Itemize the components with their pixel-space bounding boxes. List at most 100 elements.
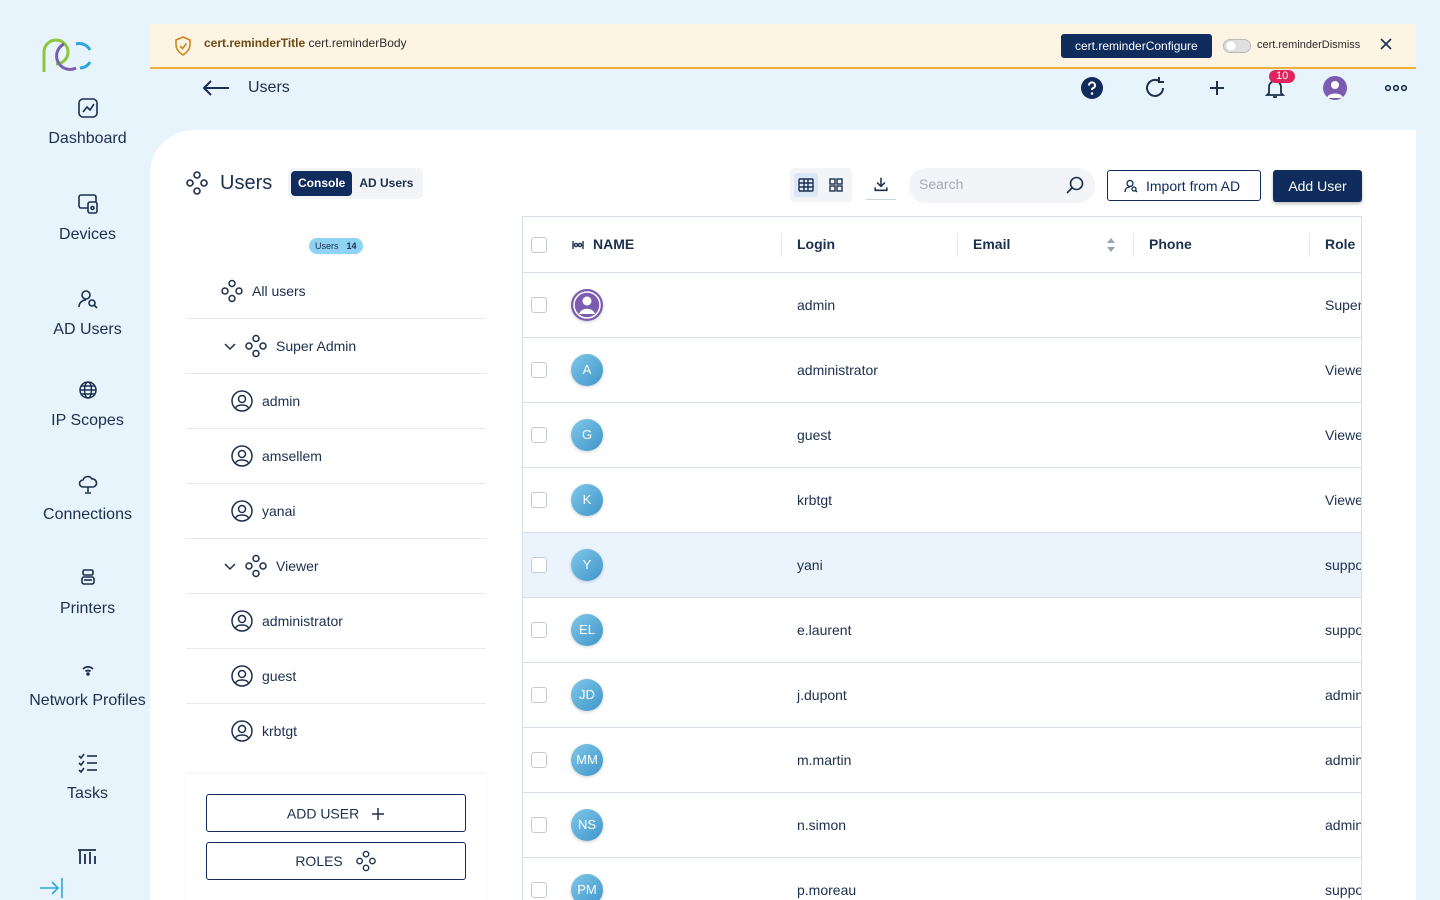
plus-icon xyxy=(372,807,385,820)
table-row[interactable]: Y yani suppo xyxy=(523,533,1361,598)
tree-item-label: amsellem xyxy=(262,448,322,464)
tree-item-label: yanai xyxy=(262,503,296,519)
tree-item-viewer[interactable]: Viewer xyxy=(186,539,486,594)
reports-icon[interactable] xyxy=(76,846,98,864)
sidebar-item-devices[interactable]: Devices xyxy=(0,192,175,244)
expand-sidebar-icon[interactable] xyxy=(38,876,66,900)
select-all-checkbox[interactable] xyxy=(531,237,547,253)
search-icon[interactable] xyxy=(1065,175,1085,195)
plus-icon[interactable] xyxy=(1205,76,1229,100)
more-options-icon[interactable] xyxy=(1384,76,1408,100)
table-row[interactable]: PM p.moreau suppo xyxy=(523,858,1362,900)
role-cell: admin xyxy=(1325,817,1362,833)
configure-button[interactable]: cert.reminderConfigure xyxy=(1061,34,1212,58)
avatar xyxy=(571,289,603,321)
ad-user-icon xyxy=(1124,179,1138,193)
role-cell: suppo xyxy=(1325,882,1362,898)
sidebar-item-network-profiles[interactable]: Network Profiles xyxy=(0,658,175,710)
column-header-phone[interactable]: Phone xyxy=(1149,236,1192,252)
row-checkbox[interactable] xyxy=(531,882,547,898)
download-icon[interactable] xyxy=(866,170,896,200)
dismiss-toggle[interactable] xyxy=(1223,39,1251,53)
tab-ad-users[interactable]: AD Users xyxy=(352,171,420,196)
sidebar-item-dashboard[interactable]: Dashboard xyxy=(0,96,175,148)
search-input[interactable] xyxy=(919,176,1059,192)
avatar: MM xyxy=(571,744,603,776)
row-checkbox[interactable] xyxy=(531,752,547,768)
tree-item-admin[interactable]: admin xyxy=(186,374,486,429)
avatar: G xyxy=(571,419,603,451)
avatar: Y xyxy=(571,549,603,581)
row-checkbox[interactable] xyxy=(531,817,547,833)
add-user-tree-button[interactable]: ADD USER xyxy=(206,794,466,832)
chevron-down-icon[interactable] xyxy=(223,339,237,353)
app-logo[interactable] xyxy=(38,38,94,74)
login-cell: yani xyxy=(797,557,823,573)
row-checkbox[interactable] xyxy=(531,492,547,508)
section-title: Users xyxy=(220,172,273,194)
sidebar-item-label: AD Users xyxy=(53,321,122,338)
role-cell: Viewe xyxy=(1325,427,1362,443)
table-row[interactable]: K krbtgt Viewe xyxy=(523,468,1362,533)
table-row[interactable]: JD j.dupont admin xyxy=(523,663,1361,728)
tab-console[interactable]: Console xyxy=(291,171,353,196)
import-from-ad-button[interactable]: Import from AD xyxy=(1107,170,1261,201)
table-row[interactable]: NS n.simon admin xyxy=(523,793,1362,858)
row-checkbox[interactable] xyxy=(531,427,547,443)
column-header-email[interactable]: Email xyxy=(973,236,1010,252)
sort-icon[interactable] xyxy=(1106,237,1116,253)
tree-item-super-admin[interactable]: Super Admin xyxy=(186,319,486,374)
login-cell: p.moreau xyxy=(797,882,857,898)
table-view-icon[interactable] xyxy=(794,173,818,197)
role-cell: Viewe xyxy=(1325,492,1362,508)
row-checkbox[interactable] xyxy=(531,362,547,378)
tree-item-amsellem[interactable]: amsellem xyxy=(186,429,486,484)
tree-item-label: guest xyxy=(262,668,297,684)
row-checkbox[interactable] xyxy=(531,687,547,703)
user-circle-icon xyxy=(231,610,253,632)
grid-view-icon[interactable] xyxy=(824,173,848,197)
column-divider[interactable] xyxy=(1309,233,1310,257)
login-cell: administrator xyxy=(797,362,878,378)
add-user-button[interactable]: Add User xyxy=(1273,170,1362,202)
column-settings-icon[interactable] xyxy=(571,239,585,251)
table-row[interactable]: G guest Viewe xyxy=(523,403,1362,468)
user-circle-icon xyxy=(231,665,253,687)
tree-item-guest[interactable]: guest xyxy=(186,649,486,704)
row-checkbox[interactable] xyxy=(531,557,547,573)
column-divider[interactable] xyxy=(781,233,782,257)
certificate-reminder-banner: cert.reminderTitle cert.reminderBody cer… xyxy=(150,24,1416,69)
close-icon[interactable] xyxy=(1378,36,1394,52)
roles-button[interactable]: ROLES xyxy=(206,842,466,880)
users-group-icon xyxy=(355,850,376,872)
sidebar-item-ip-scopes[interactable]: IP Scopes xyxy=(0,378,175,430)
column-divider[interactable] xyxy=(1133,233,1134,257)
login-cell: m.martin xyxy=(797,752,852,768)
table-row[interactable]: MM m.martin admin xyxy=(523,728,1361,793)
sidebar-item-ad-users[interactable]: AD Users xyxy=(0,287,175,339)
tree-item-krbtgt[interactable]: krbtgt xyxy=(186,704,486,759)
tree-item-all-users[interactable]: All users xyxy=(186,264,486,319)
row-checkbox[interactable] xyxy=(531,297,547,313)
back-arrow-icon[interactable] xyxy=(201,78,231,98)
table-row[interactable]: admin Super xyxy=(523,273,1361,338)
column-header-role[interactable]: Role xyxy=(1325,236,1355,252)
column-header-login[interactable]: Login xyxy=(797,236,835,252)
row-checkbox[interactable] xyxy=(531,622,547,638)
tree-item-yanai[interactable]: yanai xyxy=(186,484,486,539)
column-divider[interactable] xyxy=(957,233,958,257)
chevron-down-icon[interactable] xyxy=(223,559,237,573)
refresh-icon[interactable] xyxy=(1143,76,1167,100)
help-icon[interactable] xyxy=(1080,76,1104,100)
table-row[interactable]: A administrator Viewe xyxy=(523,338,1362,403)
table-row[interactable]: EL e.laurent suppo xyxy=(523,598,1361,663)
user-avatar[interactable] xyxy=(1323,76,1347,100)
users-group-icon xyxy=(221,279,243,303)
role-cell: Viewe xyxy=(1325,362,1362,378)
avatar: K xyxy=(571,484,603,516)
sidebar-item-tasks[interactable]: Tasks xyxy=(0,751,175,803)
sidebar-item-connections[interactable]: Connections xyxy=(0,472,175,524)
column-header-name[interactable]: NAME xyxy=(593,236,634,252)
tree-item-administrator[interactable]: administrator xyxy=(186,594,486,649)
sidebar-item-printers[interactable]: Printers xyxy=(0,566,175,618)
